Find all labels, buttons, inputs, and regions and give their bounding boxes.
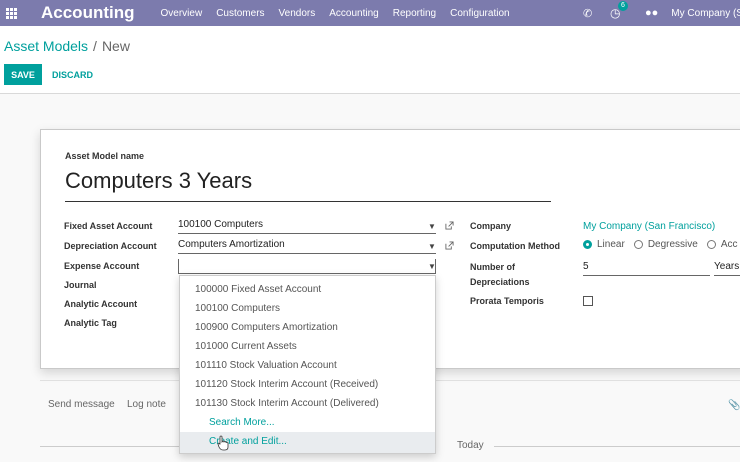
company-label: Company (470, 221, 512, 231)
number-of-depreciations-field[interactable]: 5 (583, 261, 710, 276)
name-field[interactable]: Computers 3 Years (65, 168, 551, 202)
radio-label-linear: Linear (597, 239, 625, 250)
send-message-button[interactable]: Send message (48, 399, 115, 410)
top-navbar: Accounting Overview Customers Vendors Accou… (0, 0, 740, 26)
prorata-temporis-label: Prorata Temporis (470, 296, 544, 306)
hand-cursor-icon (217, 435, 229, 451)
fixed-asset-account-label: Fixed Asset Account (64, 221, 153, 231)
radio-accelerated[interactable] (706, 240, 716, 249)
menu-item-reporting[interactable]: Reporting (393, 8, 436, 19)
external-link-icon[interactable] (445, 241, 454, 250)
radio-label-degressive: Degressive (647, 239, 698, 250)
chevron-down-icon[interactable]: ▼ (428, 262, 436, 271)
dropdown-option[interactable]: 100100 Computers (195, 303, 280, 314)
depreciation-account-field[interactable]: Computers Amortization (178, 239, 436, 254)
breadcrumb-current: New (101, 38, 130, 54)
number-of-depreciations-label-2: Depreciations (470, 277, 530, 287)
dropdown-option[interactable]: 101110 Stock Valuation Account (195, 360, 337, 371)
external-link-icon[interactable] (445, 221, 454, 230)
dropdown-option[interactable]: 101000 Current Assets (195, 341, 297, 352)
analytic-account-label: Analytic Account (64, 299, 138, 309)
timeline-divider-right (494, 446, 740, 447)
app-name[interactable]: Accounting (41, 3, 135, 23)
analytic-tag-label: Analytic Tag (64, 318, 117, 328)
menu-item-overview[interactable]: Overview (161, 8, 203, 19)
company-switcher[interactable]: My Company (S (671, 8, 740, 19)
computation-method-radio: Linear Degressive Acc (583, 239, 740, 250)
activity-icon[interactable]: ◷ 6 (610, 1, 628, 20)
today-separator: Today (457, 440, 484, 451)
log-note-button[interactable]: Log note (127, 399, 166, 410)
fixed-asset-account-field[interactable]: 100100 Computers (178, 219, 436, 234)
journal-label: Journal (64, 280, 97, 290)
breadcrumb-separator: / (93, 38, 97, 54)
menu-item-customers[interactable]: Customers (216, 8, 264, 19)
navbar-systray: ✆ ◷ 6 ●● My Company (S (583, 0, 740, 26)
activity-badge: 6 (618, 1, 628, 11)
radio-degressive[interactable] (633, 240, 643, 249)
company-field[interactable]: My Company (San Francisco) (583, 221, 715, 232)
prorata-temporis-checkbox[interactable] (583, 296, 593, 306)
dropdown-option[interactable]: 101130 Stock Interim Account (Delivered) (195, 398, 379, 409)
dropdown-option[interactable]: 100000 Fixed Asset Account (195, 284, 321, 295)
apps-menu-icon[interactable] (0, 0, 22, 26)
save-button[interactable]: SAVE (4, 64, 42, 85)
radio-label-accelerated: Acc (720, 239, 738, 250)
expense-account-label: Expense Account (64, 261, 140, 271)
dropdown-option[interactable]: 100900 Computers Amortization (195, 322, 338, 333)
depreciation-unit-select[interactable]: Years (714, 261, 740, 276)
breadcrumb: Asset Models / New (4, 38, 130, 54)
chevron-down-icon[interactable]: ▼ (428, 242, 436, 251)
search-more-option[interactable]: Search More... (209, 417, 275, 428)
depreciation-account-label: Depreciation Account (64, 241, 157, 251)
paperclip-icon[interactable]: 📎 (728, 400, 740, 411)
expense-account-field[interactable] (178, 259, 436, 274)
name-label: Asset Model name (65, 151, 145, 161)
control-panel: Asset Models / New SAVE DISCARD (0, 26, 740, 94)
radio-linear[interactable] (583, 240, 592, 249)
menu-item-configuration[interactable]: Configuration (450, 8, 509, 19)
autocomplete-dropdown: 100000 Fixed Asset Account 100100 Comput… (179, 275, 436, 454)
number-of-depreciations-label-1: Number of (470, 262, 515, 272)
chat-icon[interactable]: ●● (645, 7, 658, 19)
menu-item-vendors[interactable]: Vendors (279, 8, 316, 19)
breadcrumb-parent[interactable]: Asset Models (4, 38, 88, 54)
main-menu: Overview Customers Vendors Accounting Report… (161, 8, 524, 19)
chevron-down-icon[interactable]: ▼ (428, 222, 436, 231)
discard-button[interactable]: DISCARD (52, 64, 93, 85)
dropdown-option[interactable]: 101120 Stock Interim Account (Received) (195, 379, 378, 390)
computation-method-label: Computation Method (470, 241, 560, 251)
menu-item-accounting[interactable]: Accounting (329, 8, 378, 19)
phone-icon[interactable]: ✆ (583, 7, 597, 20)
